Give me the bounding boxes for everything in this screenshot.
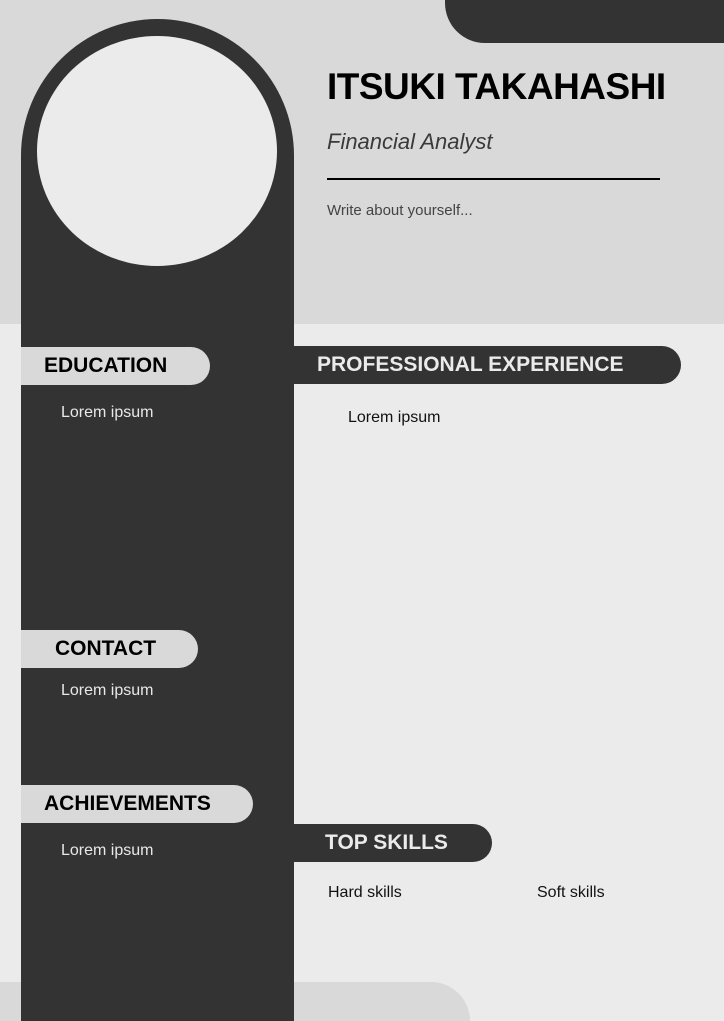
skills-heading: TOP SKILLS	[294, 824, 492, 862]
corner-decoration	[445, 0, 724, 43]
header-divider	[327, 178, 660, 180]
achievements-heading: ACHIEVEMENTS	[21, 785, 253, 823]
job-title: Financial Analyst	[327, 129, 493, 154]
experience-heading: PROFESSIONAL EXPERIENCE	[294, 346, 681, 384]
education-heading: EDUCATION	[21, 347, 210, 385]
contact-body: Lorem ipsum	[61, 682, 154, 699]
experience-body: Lorem ipsum	[348, 409, 441, 426]
achievements-body: Lorem ipsum	[61, 842, 154, 859]
contact-heading: CONTACT	[21, 630, 198, 668]
about-text: Write about yourself...	[327, 202, 473, 219]
hard-skills-label: Hard skills	[328, 884, 402, 901]
resume-name: ITSUKI TAKAHASHI	[327, 66, 666, 107]
soft-skills-label: Soft skills	[537, 884, 605, 901]
profile-photo-placeholder[interactable]	[37, 36, 277, 266]
education-body: Lorem ipsum	[61, 404, 154, 421]
